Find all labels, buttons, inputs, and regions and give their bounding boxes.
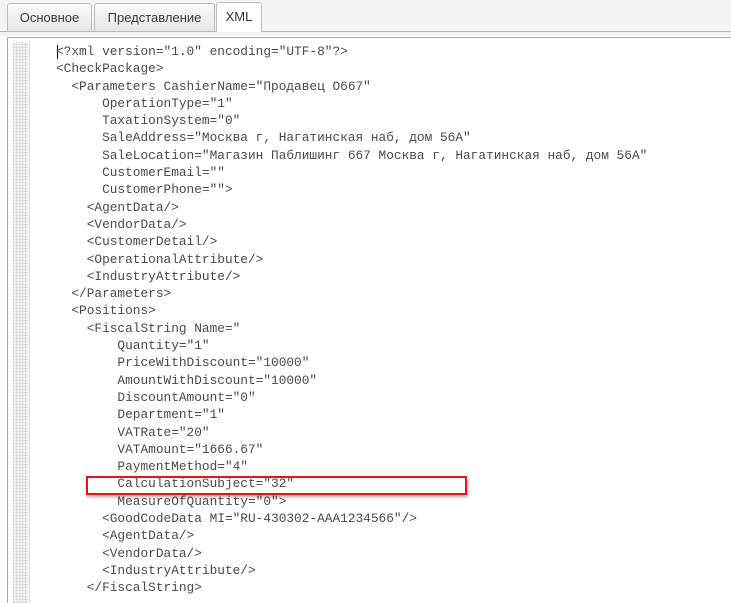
xml-editor[interactable]: <?xml version="1.0" encoding="UTF-8"?> <C… bbox=[7, 37, 731, 603]
tab-predstavlenie[interactable]: Представление bbox=[94, 3, 215, 31]
code-line: <Parameters CashierName="Продавец О667" bbox=[56, 78, 371, 94]
code-line: <?xml version="1.0" encoding="UTF-8"?> bbox=[56, 44, 348, 59]
tab-bar-divider bbox=[0, 31, 731, 32]
code-line: CustomerPhone=""> bbox=[56, 182, 233, 198]
code-line: Department="1" bbox=[56, 407, 225, 423]
tab-bar: Основное Представление XML bbox=[0, 0, 731, 36]
code-line: <VendorData/> bbox=[56, 216, 187, 232]
code-line: AmountWithDiscount="10000" bbox=[56, 372, 318, 388]
goodcodedata-highlight bbox=[86, 476, 467, 495]
code-line: OperationType="1" bbox=[56, 95, 233, 111]
code-line: CustomerEmail="" bbox=[56, 165, 225, 181]
tab-xml[interactable]: XML bbox=[216, 2, 262, 32]
code-line: <IndustryAttribute/> bbox=[56, 268, 241, 284]
code-line: <IndustryAttribute/> bbox=[56, 562, 256, 578]
code-line: SaleAddress="Москва г, Нагатинская наб, … bbox=[56, 130, 471, 146]
tab-osnovnoe[interactable]: Основное bbox=[7, 3, 92, 31]
code-line: <VendorData/> bbox=[56, 545, 202, 561]
code-line: Quantity="1" bbox=[56, 338, 210, 354]
gutter-divider bbox=[29, 42, 30, 603]
editor-gutter bbox=[13, 42, 28, 603]
code-line: <Positions> bbox=[56, 303, 156, 319]
code-line: VATRate="20" bbox=[56, 424, 210, 440]
code-line: <AgentData/> bbox=[56, 528, 195, 544]
code-line: <GoodCodeData MI="RU-430302-AAA1234566"/… bbox=[56, 511, 417, 527]
xml-code[interactable]: <?xml version="1.0" encoding="UTF-8"?> <C… bbox=[56, 43, 731, 597]
code-line: PaymentMethod="4" bbox=[56, 459, 248, 475]
code-line: <CheckPackage> bbox=[56, 61, 164, 77]
code-line: <OperationalAttribute/> bbox=[56, 251, 264, 267]
code-line: </FiscalString> bbox=[56, 580, 202, 596]
code-line: <AgentData/> bbox=[56, 199, 179, 215]
code-line: DiscountAmount="0" bbox=[56, 389, 256, 405]
code-line: PriceWithDiscount="10000" bbox=[56, 355, 310, 371]
code-line: TaxationSystem="0" bbox=[56, 113, 241, 129]
code-line: <FiscalString Name=" bbox=[56, 320, 241, 336]
code-line: SaleLocation="Магазин Паблишинг 667 Моск… bbox=[56, 147, 648, 163]
code-line: </Parameters> bbox=[56, 286, 172, 302]
code-line: MeasureOfQuantity="0"> bbox=[56, 493, 287, 509]
code-line: VATAmount="1666.67" bbox=[56, 441, 264, 457]
code-line: <CustomerDetail/> bbox=[56, 234, 218, 250]
